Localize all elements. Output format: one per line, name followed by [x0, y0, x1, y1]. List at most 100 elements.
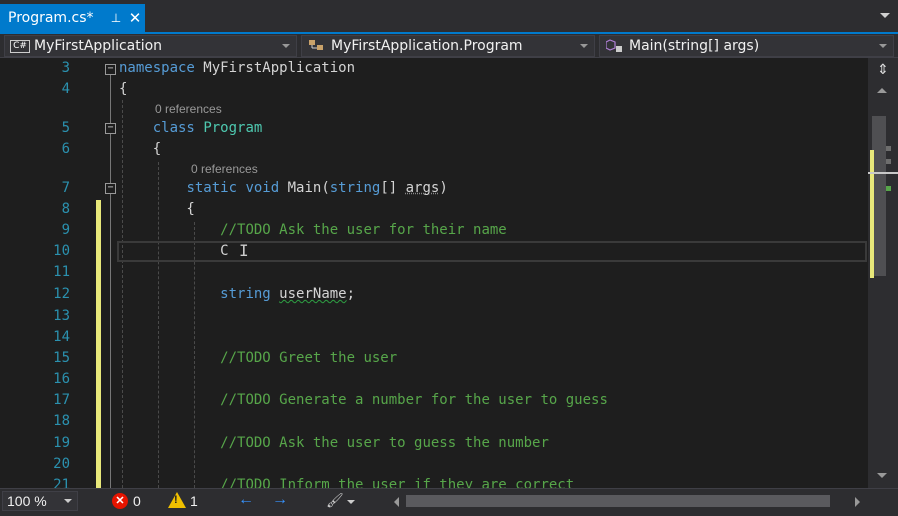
member-label: Main(string[] args) [629, 38, 760, 54]
code-line[interactable]: 3 namespace MyFirstApplication [0, 58, 868, 79]
line-code: C [119, 241, 228, 262]
code-token: [] [380, 180, 406, 196]
line-number: 5 [61, 120, 70, 136]
line-number: 18 [53, 413, 70, 429]
code-token: //TODO Generate a number for the user to… [220, 392, 608, 408]
code-line[interactable]: 8 { [0, 199, 868, 220]
code-line[interactable]: 21 //TODO Inform the user if they are co… [0, 475, 868, 488]
line-code: { [119, 139, 161, 160]
horizontal-scrollbar-thumb[interactable] [406, 495, 830, 507]
member-dropdown[interactable]: Main(string[] args) [599, 35, 894, 57]
code-token: static [186, 180, 238, 196]
project-label: MyFirstApplication [34, 38, 163, 54]
line-code: string userName; [119, 284, 355, 305]
error-icon[interactable]: ✕ [112, 493, 128, 509]
line-number: 16 [53, 371, 70, 387]
change-overview-marker [870, 150, 874, 278]
code-token: userName [279, 286, 347, 302]
line-number: 11 [53, 264, 70, 280]
line-code: namespace MyFirstApplication [119, 58, 355, 79]
overview-marker [886, 146, 891, 151]
tab-title: Program.cs* [8, 10, 94, 26]
code-line[interactable]: 13 [0, 306, 868, 327]
code-token: //TODO Greet the user [220, 350, 398, 366]
code-line[interactable]: 4{ [0, 79, 868, 100]
code-line[interactable]: 18 [0, 411, 868, 432]
line-code: class Program [119, 118, 263, 139]
code-line[interactable]: 19 //TODO Ask the user to guess the numb… [0, 433, 868, 454]
project-dropdown[interactable]: C# MyFirstApplication [4, 35, 297, 57]
scroll-up-icon[interactable] [877, 88, 887, 93]
code-line[interactable]: 9 //TODO Ask the user for their name [0, 220, 868, 241]
line-number: 19 [53, 435, 70, 451]
codelens-references[interactable]: 0 references [155, 101, 222, 118]
scroll-right-icon[interactable] [855, 497, 860, 507]
code-line[interactable]: 5 class Program [0, 118, 868, 139]
line-number: 12 [53, 286, 70, 302]
csharp-project-icon: C# [9, 39, 31, 53]
line-code: { [119, 79, 127, 100]
document-tab-strip: Program.cs* ⊥ ✕ [0, 0, 898, 34]
code-cleanup-icon[interactable]: 🖌 [326, 492, 344, 509]
zoom-dropdown[interactable]: 100 % [2, 491, 78, 511]
editor-status-bar: 100 % ✕ 0 ! 1 ← → 🖌 [0, 488, 898, 516]
tab-list-dropdown-icon[interactable] [880, 13, 890, 18]
code-line[interactable]: 16 [0, 369, 868, 390]
split-editor-icon[interactable]: ⇕ [874, 62, 892, 78]
scrollbar-thumb[interactable] [872, 116, 886, 276]
code-token: { [119, 201, 195, 217]
scroll-left-icon[interactable] [394, 497, 399, 507]
warning-count[interactable]: 1 [190, 493, 198, 509]
chevron-down-icon[interactable] [347, 500, 355, 504]
text-cursor-icon: I [239, 241, 249, 260]
type-dropdown[interactable]: MyFirstApplication.Program [301, 35, 595, 57]
code-line[interactable]: 20 [0, 454, 868, 475]
code-line[interactable]: 15 //TODO Greet the user [0, 348, 868, 369]
code-line[interactable]: 7 static void Main(string[] args) [0, 178, 868, 199]
line-number: 9 [61, 222, 70, 238]
code-token: Program [203, 120, 263, 136]
code-line[interactable]: 11 [0, 262, 868, 283]
navigation-bar: C# MyFirstApplication MyFirstApplication… [0, 34, 898, 58]
line-number: 4 [61, 81, 70, 97]
vertical-scrollbar[interactable]: ⇕ [868, 58, 898, 488]
code-token: MyFirstApplication [194, 60, 356, 76]
overview-marker [886, 159, 891, 164]
line-number: 10 [53, 243, 70, 259]
code-token: { [119, 141, 162, 157]
close-icon[interactable]: ✕ [125, 9, 145, 27]
code-line[interactable]: 6 { [0, 139, 868, 160]
tab-program-cs[interactable]: Program.cs* ⊥ ✕ [0, 4, 145, 32]
code-token: void [245, 180, 280, 196]
chevron-down-icon [879, 44, 887, 48]
code-token: //TODO Ask the user to guess the number [220, 435, 549, 451]
code-token: ) [439, 180, 448, 196]
warning-mark: ! [174, 494, 178, 506]
error-count[interactable]: 0 [133, 493, 141, 509]
line-code: static void Main(string[] args) [119, 178, 448, 199]
line-number: 8 [61, 201, 70, 217]
zoom-label: 100 % [7, 493, 47, 509]
line-code: //TODO Greet the user [119, 348, 397, 369]
code-token: string [329, 180, 381, 196]
navigate-back-icon[interactable]: ← [238, 491, 254, 509]
scroll-down-icon[interactable] [877, 473, 887, 478]
caret-position-marker [868, 172, 898, 174]
codelens-references[interactable]: 0 references [191, 161, 258, 178]
code-line[interactable]: 12 string userName; [0, 284, 868, 305]
line-number: 7 [61, 180, 70, 196]
line-number: 20 [53, 456, 70, 472]
pin-icon[interactable]: ⊥ [107, 11, 125, 25]
code-line[interactable]: 17 //TODO Generate a number for the user… [0, 390, 868, 411]
code-line[interactable]: 10 C [0, 241, 868, 262]
navigate-forward-icon[interactable]: → [272, 491, 288, 509]
code-token: class [152, 120, 195, 136]
code-editor[interactable]: − − − 0 references 0 references 3 namespa… [0, 58, 868, 488]
line-number: 15 [53, 350, 70, 366]
code-token: string [220, 286, 271, 302]
code-line[interactable]: 14 [0, 327, 868, 348]
